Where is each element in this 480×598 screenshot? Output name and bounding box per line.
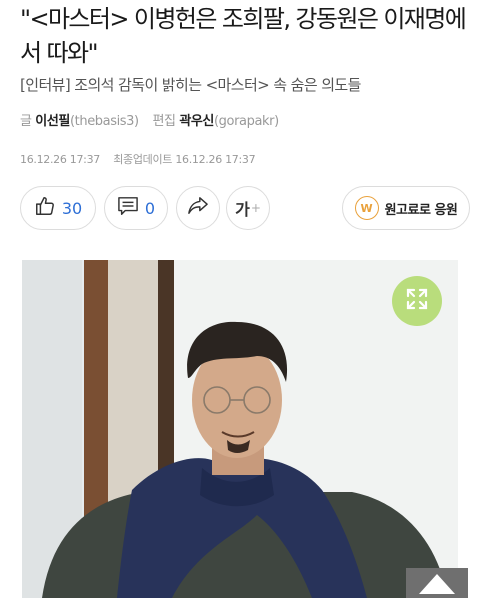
share-button[interactable] [176,186,220,230]
writer-prefix: 글 [20,114,32,129]
scroll-top-button[interactable] [406,568,468,598]
expand-icon [405,287,429,315]
support-button[interactable]: W 원고료로 응원 [342,186,470,230]
byline: 글 이선필(thebasis3) 편집 곽우신(gorapakr) [20,112,279,132]
article-photo [22,260,458,598]
like-button[interactable]: 30 [20,186,96,230]
article-dates: 16.12.26 17:37 최종업데이트 16.12.26 17:37 [20,151,256,167]
editor-prefix: 편집 [152,114,176,129]
font-size-plus: + [250,201,261,215]
writer-name[interactable]: 이선필 [35,114,70,129]
support-label: 원고료로 응원 [384,202,458,218]
article-title: "<마스터> 이병헌은 조희팔, 강동원은 이재명에서 따와" [20,5,467,67]
comment-count: 0 [144,198,156,218]
arrow-up-icon [417,572,457,598]
comment-icon [117,196,139,220]
article-subtitle: [인터뷰] 조의석 감독이 밝히는 <마스터> 속 숨은 의도들 [20,76,361,94]
font-size-button[interactable]: 가 + [226,186,270,230]
thumbs-up-icon [34,195,56,221]
updated-date: 16.12.26 17:37 [175,153,256,166]
like-count: 30 [61,198,83,218]
editor-name[interactable]: 곽우신 [179,114,214,129]
editor-id: (gorapakr) [214,114,279,129]
published-date: 16.12.26 17:37 [20,153,100,166]
share-icon [187,196,209,220]
expand-photo-button[interactable] [392,276,442,326]
updated-label: 최종업데이트 [113,153,173,166]
writer-id: (thebasis3) [69,114,139,129]
font-size-label: 가 [235,200,250,219]
comment-button[interactable]: 0 [104,186,168,230]
support-coin-icon: W [354,196,379,220]
